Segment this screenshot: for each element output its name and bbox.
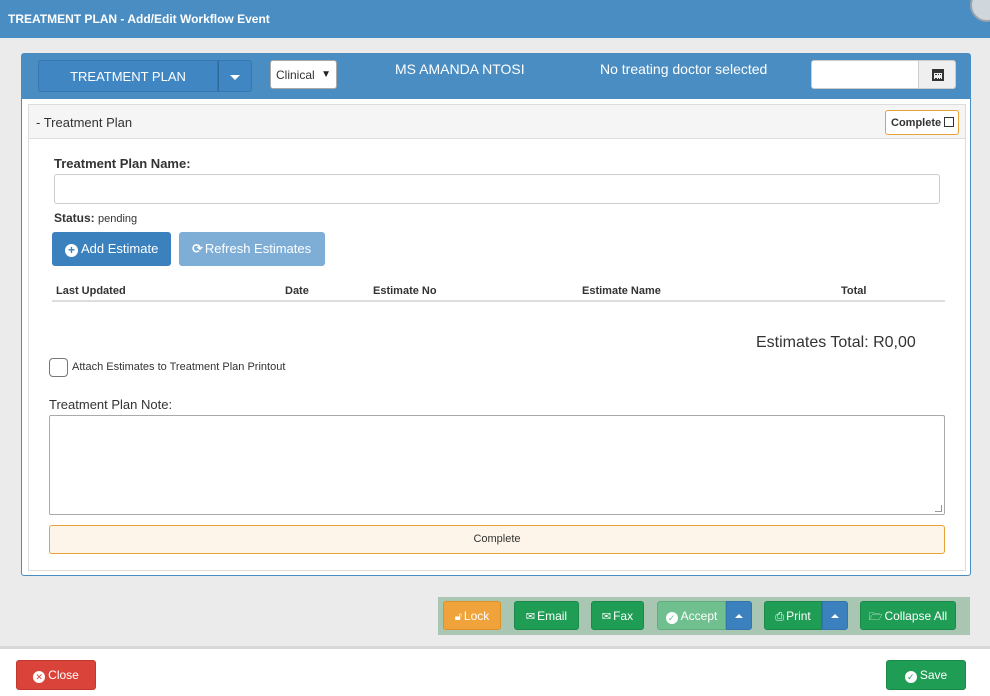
add-estimate-label: Add Estimate [81,241,159,256]
window-title-bar: TREATMENT PLAN - Add/Edit Workflow Event [0,0,990,38]
envelope-icon: ✉ [525,611,536,623]
window-title: TREATMENT PLAN - Add/Edit Workflow Event [8,12,270,26]
print-label: Print [786,609,811,623]
status-label: Status: [54,211,95,225]
accept-dropdown-toggle[interactable] [726,601,752,630]
refresh-estimates-label: Refresh Estimates [204,241,312,256]
save-label: Save [919,668,948,682]
column-last-updated[interactable]: Last Updated [56,285,126,297]
accept-label: Accept [680,609,718,623]
status-line: Status: pending [54,211,137,225]
collapse-all-label: Collapse All [884,609,948,623]
checkbox-icon [944,117,954,127]
doctor-status: No treating doctor selected [600,61,768,77]
footer-bar: ✕ Close ✓ Save [0,646,990,696]
panel-header: TREATMENT PLAN Clinical ▼ MS AMANDA NTOS… [22,54,970,99]
lock-button[interactable]: 🔓︎ Lock [443,601,501,630]
plan-name-label: Treatment Plan Name: [54,156,191,171]
attach-estimates-checkbox[interactable] [49,358,68,377]
close-button[interactable]: ✕ Close [16,660,96,690]
lock-label: Lock [463,609,490,623]
column-estimate-no[interactable]: Estimate No [373,285,437,297]
action-toolbar: 🔓︎ Lock ✉ Email ✉ Fax ✓ Accept ⎙ Print 🗁︎ Coll… [438,597,970,635]
calendar-icon [932,69,944,81]
calendar-button[interactable] [918,60,956,89]
printer-icon: ⎙ [775,611,785,623]
date-input[interactable] [811,60,919,89]
treatment-plan-dropdown-toggle[interactable] [218,60,252,92]
plan-name-input[interactable] [54,174,940,204]
print-dropdown-toggle[interactable] [822,601,848,630]
column-estimate-name[interactable]: Estimate Name [582,285,661,297]
plus-circle-icon: + [65,244,78,257]
save-button[interactable]: ✓ Save [886,660,966,690]
estimates-total: Estimates Total: R0,00 [756,334,916,351]
chevron-down-icon [230,75,240,80]
print-button[interactable]: ⎙ Print [764,601,822,630]
select-arrow-icon: ▼ [321,69,331,80]
check-circle-icon: ✓ [665,612,678,624]
email-button[interactable]: ✉ Email [514,601,579,630]
plan-note-textarea[interactable] [49,415,945,515]
complete-checkbox[interactable]: Complete [885,110,959,135]
resize-grip-icon[interactable] [935,505,942,512]
treatment-plan-section: - Treatment Plan Complete Treatment Plan… [28,104,966,571]
column-date[interactable]: Date [285,285,309,297]
category-select[interactable]: Clinical ▼ [270,60,337,89]
section-title: - Treatment Plan [36,115,133,130]
unlock-icon: 🔓︎ [454,611,462,623]
section-header[interactable]: - Treatment Plan Complete [29,105,965,139]
refresh-icon: ⟳ [192,241,203,256]
add-estimate-button[interactable]: + Add Estimate [52,232,171,266]
refresh-estimates-button[interactable]: ⟳ Refresh Estimates [179,232,325,266]
status-value: pending [98,213,138,225]
estimates-table-header: Last Updated Date Estimate No Estimate N… [52,285,945,302]
treatment-plan-button[interactable]: TREATMENT PLAN [38,60,218,92]
check-circle-icon: ✓ [904,671,917,683]
fax-button[interactable]: ✉ Fax [591,601,644,630]
column-total[interactable]: Total [841,285,866,297]
close-circle-icon: ✕ [33,671,46,683]
close-label: Close [48,668,79,682]
complete-button[interactable]: Complete [49,525,945,554]
patient-name: MS AMANDA NTOSI [395,61,525,77]
envelope-icon: ✉ [601,611,612,623]
window-corner-indicator [970,0,990,22]
category-select-value: Clinical [276,68,315,82]
accept-button[interactable]: ✓ Accept [657,601,726,630]
chevron-up-icon [735,614,743,618]
collapse-all-button[interactable]: 🗁︎ Collapse All [860,601,956,630]
email-label: Email [537,609,568,623]
chevron-up-icon [831,614,839,618]
workflow-panel: TREATMENT PLAN Clinical ▼ MS AMANDA NTOS… [21,53,971,576]
plan-note-label: Treatment Plan Note: [49,397,173,412]
folder-open-icon: 🗁︎ [868,611,883,623]
attach-estimates-label[interactable]: Attach Estimates to Treatment Plan Print… [72,361,285,373]
fax-label: Fax [613,609,634,623]
complete-checkbox-label: Complete [891,117,942,129]
